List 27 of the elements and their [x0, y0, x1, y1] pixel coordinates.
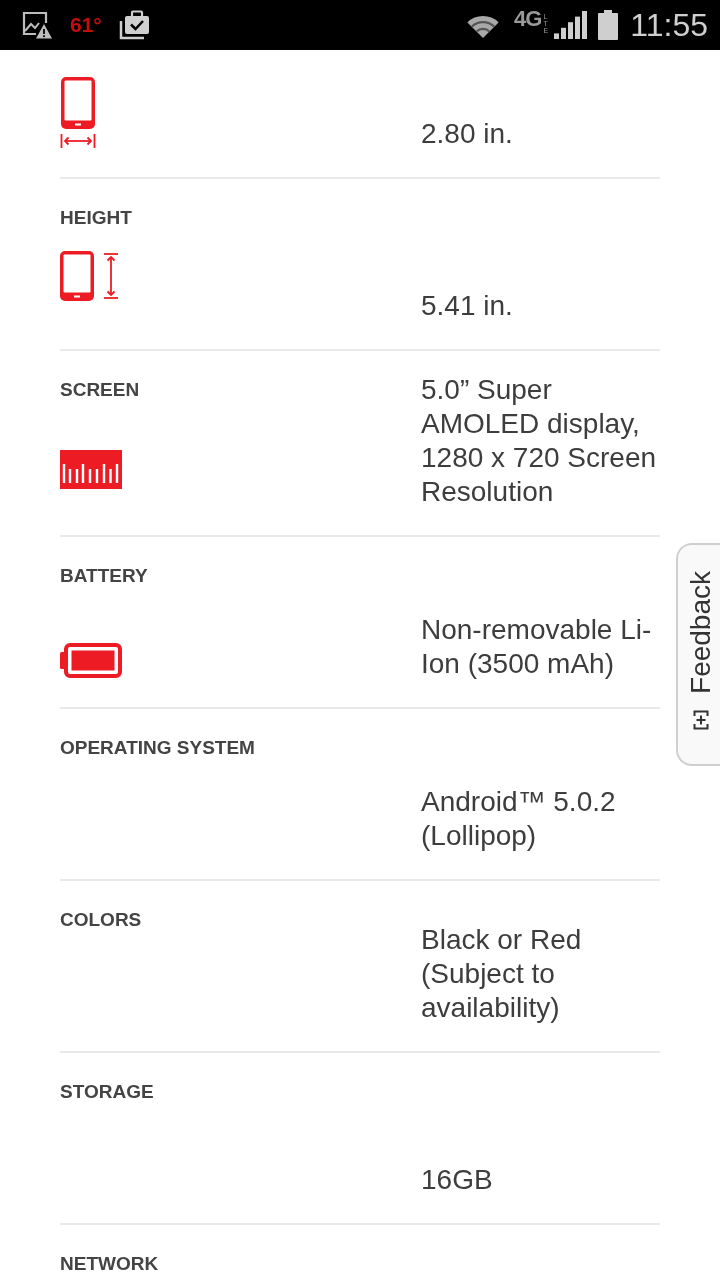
spec-label: HEIGHT [60, 206, 132, 230]
spec-value: Android™ 5.0.2 (Lollipop) [421, 785, 617, 853]
spec-value: 5.0” Super AMOLED display, 1280 x 720 Screen Resolution [421, 373, 658, 509]
spec-value: Black or Red (Subject to availability) [421, 923, 583, 1025]
signal-icon [553, 11, 589, 39]
spec-label: SCREEN [60, 378, 140, 402]
spec-value: 16GB [421, 1163, 494, 1197]
plus-bracket-icon [692, 709, 709, 730]
spec-value: 5.41 in. [421, 289, 514, 323]
clock-time: 11:55 [630, 7, 708, 43]
battery-icon [598, 10, 619, 40]
clipboard-check-icon [118, 10, 150, 40]
image-warning-icon [22, 11, 52, 39]
ruler-icon [60, 450, 122, 489]
network-type-label: 4G [514, 7, 542, 31]
feedback-button[interactable]: Feedback [676, 543, 720, 766]
phone-height-icon [60, 251, 118, 301]
temperature-text: 61° [70, 13, 102, 37]
spec-label: OPERATING SYSTEM [60, 736, 255, 760]
battery-icon [60, 643, 122, 678]
spec-label: STORAGE [60, 1080, 154, 1104]
spec-value: 2.80 in. [421, 117, 514, 151]
spec-label: COLORS [60, 908, 142, 932]
spec-label: BATTERY [60, 564, 148, 588]
spec-label: NETWORK [60, 1252, 159, 1276]
spec-value: Non-removable Li-Ion (3500 mAh) [421, 613, 653, 681]
phone-width-icon [60, 77, 96, 149]
